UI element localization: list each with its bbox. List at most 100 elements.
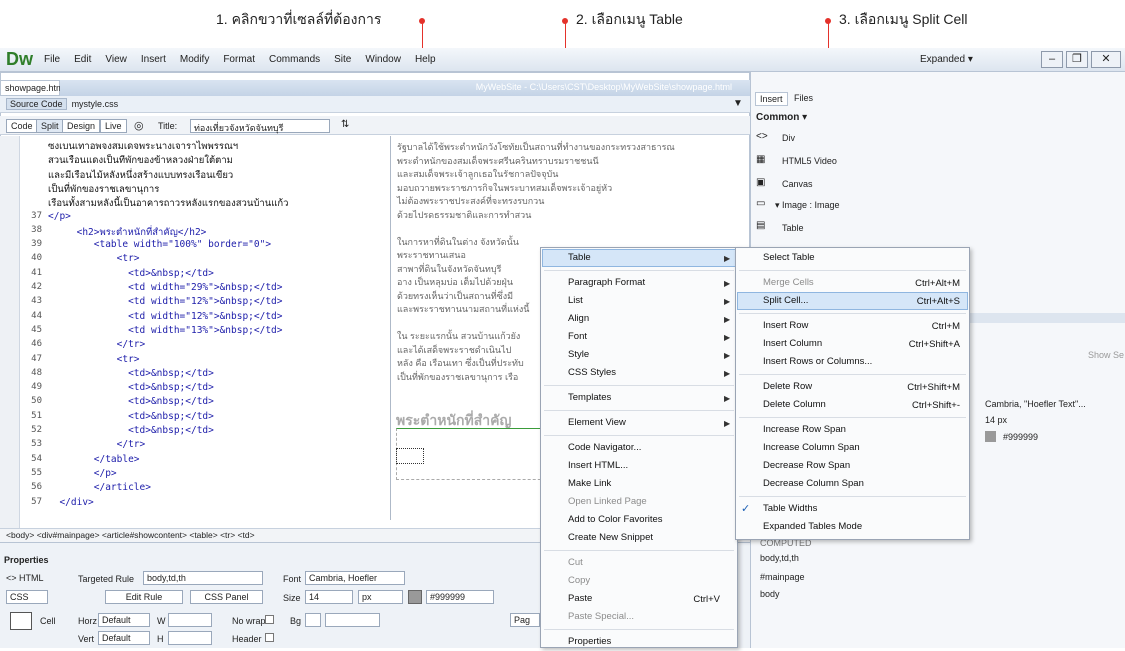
code-line[interactable]: <td>&nbsp;</td> [48,382,214,393]
css-rule-1[interactable]: body,td,th [760,553,799,563]
menu-item-table[interactable]: Table [568,249,591,267]
menu-format[interactable]: Format [223,54,255,65]
sort-icon[interactable]: ⇅ [341,119,349,130]
bg-input[interactable] [325,613,380,627]
menu-item-paste[interactable]: Paste [568,590,592,608]
code-line[interactable]: <td>&nbsp;</td> [48,368,214,379]
menu-item-paste-special[interactable]: Paste Special... [568,608,634,626]
code-line[interactable]: <td>&nbsp;</td> [48,268,214,279]
menu-item-code-navigator[interactable]: Code Navigator... [568,439,641,457]
css-rule-3[interactable]: body [760,589,780,599]
header-checkbox[interactable] [265,633,274,642]
title-input[interactable]: ท่องเที่ยวจังหวัดจันทบุรี [190,119,330,133]
css-panel-button[interactable]: CSS Panel [190,590,263,604]
menu-item-copy[interactable]: Copy [568,572,590,590]
code-line[interactable]: สวนเรือนแดงเป็นทีพักของข้าหลวงฝ่ายใต้ตาม [48,153,233,168]
menu-item-list[interactable]: List [568,292,583,310]
menu-window[interactable]: Window [365,54,401,65]
code-line[interactable]: </p> [48,211,71,222]
menu-item-properties[interactable]: Properties [568,633,611,651]
insert-table[interactable]: Table [782,223,804,233]
menu-item-table-widths[interactable]: Table Widths [763,500,817,518]
css-mode-button[interactable]: CSS [6,590,48,604]
file-tab[interactable]: showpage.html* × [0,80,69,103]
code-line[interactable]: <h2>พระตำหนักที่สำคัญ</h2> [48,225,207,240]
code-line[interactable]: <td>&nbsp;</td> [48,411,214,422]
code-line[interactable]: <td width="13%">&nbsp;</td> [48,325,282,336]
menu-item-align[interactable]: Align [568,310,589,328]
width-input[interactable] [168,613,212,627]
color-input[interactable]: #999999 [426,590,494,604]
menu-item-delete-column[interactable]: Delete Column [763,396,826,414]
insert-category[interactable]: Common ▾ [756,112,807,123]
code-line[interactable]: </article> [48,482,151,493]
code-line[interactable]: </p> [48,468,117,479]
menu-item-insert-rows-or-columns[interactable]: Insert Rows or Columns... [763,353,872,371]
html-mode-button[interactable]: <> HTML [6,573,44,583]
vert-select[interactable]: Default [98,631,150,645]
menu-item-insert-html[interactable]: Insert HTML... [568,457,628,475]
menu-file[interactable]: File [44,54,60,65]
menu-edit[interactable]: Edit [74,54,91,65]
code-line[interactable]: </div> [48,497,93,508]
code-view-button[interactable]: Code [6,119,38,133]
page-properties-button[interactable]: Pag [510,613,540,627]
code-line[interactable]: ซงเบนเทาอพจงสมเดจพระนางเจาราไพพรรณฯ [48,139,238,154]
code-line[interactable]: <td width="12%">&nbsp;</td> [48,296,282,307]
edit-rule-button[interactable]: Edit Rule [105,590,183,604]
code-line[interactable]: เรือนทั้งสามหลังนี้เป็นอาคารถาวรหลังแรกข… [48,196,288,211]
workspace-switcher[interactable]: Expanded ▾ [920,54,973,65]
targeted-rule-select[interactable]: body,td,th [143,571,263,585]
live-view-button[interactable]: Live [100,119,127,133]
restore-button[interactable]: ❐ [1066,51,1088,68]
menu-commands[interactable]: Commands [269,54,320,65]
menu-item-css-styles[interactable]: CSS Styles [568,364,616,382]
menu-item-font[interactable]: Font [568,328,587,346]
code-line[interactable]: </tr> [48,339,146,350]
source-code-tab[interactable]: Source Code [6,98,67,110]
insert-tab[interactable]: Insert [755,92,788,106]
menu-item-insert-row[interactable]: Insert Row [763,317,808,335]
menu-item-increase-row-span[interactable]: Increase Row Span [763,421,846,439]
height-input[interactable] [168,631,212,645]
menu-site[interactable]: Site [334,54,351,65]
code-line[interactable]: และมีเรือนไม้หลังหนึ่งสร้างแบบทรงเรือนเข… [48,168,233,183]
menu-item-style[interactable]: Style [568,346,589,364]
menu-item-element-view[interactable]: Element View [568,414,626,432]
insert-div[interactable]: Div [782,133,795,143]
menu-item-decrease-column-span[interactable]: Decrease Column Span [763,475,864,493]
insert-html5-video[interactable]: HTML5 Video [782,156,837,166]
menu-help[interactable]: Help [415,54,436,65]
color-swatch[interactable] [408,590,422,604]
files-tab[interactable]: Files [790,92,817,104]
minimize-button[interactable]: – [1041,51,1063,68]
horz-select[interactable]: Default [98,613,150,627]
menu-item-make-link[interactable]: Make Link [568,475,611,493]
code-line[interactable]: <td>&nbsp;</td> [48,396,214,407]
code-line[interactable]: เป็นที่พักของราชเลขานุการ [48,182,159,197]
code-line[interactable]: </table> [48,454,140,465]
menu-insert[interactable]: Insert [141,54,166,65]
css-file-tab[interactable]: mystyle.css [72,99,119,109]
code-line[interactable]: <td>&nbsp;</td> [48,425,214,436]
code-line[interactable]: <tr> [48,253,140,264]
filter-icon[interactable]: ▼ [733,98,743,109]
menu-item-insert-column[interactable]: Insert Column [763,335,822,353]
menu-item-increase-column-span[interactable]: Increase Column Span [763,439,860,457]
code-line[interactable]: <tr> [48,354,140,365]
no-wrap-checkbox[interactable] [265,615,274,624]
menu-item-decrease-row-span[interactable]: Decrease Row Span [763,457,850,475]
code-line[interactable]: </tr> [48,439,146,450]
insert-canvas[interactable]: Canvas [782,179,813,189]
selected-cell[interactable] [396,448,424,464]
font-select[interactable]: Cambria, Hoefler [305,571,405,585]
menu-item-select-table[interactable]: Select Table [763,249,815,267]
menu-item-delete-row[interactable]: Delete Row [763,378,812,396]
close-button[interactable]: ✕ [1091,51,1121,68]
menu-item-create-new-snippet[interactable]: Create New Snippet [568,529,653,547]
code-line[interactable]: <table width="100%" border="0"> [48,239,271,250]
code-line[interactable]: <td width="12%">&nbsp;</td> [48,311,282,322]
menu-item-expanded-tables-mode[interactable]: Expanded Tables Mode [763,518,862,536]
split-view-button[interactable]: Split [36,119,64,133]
insert-image[interactable]: ▾ Image : Image [775,200,840,211]
